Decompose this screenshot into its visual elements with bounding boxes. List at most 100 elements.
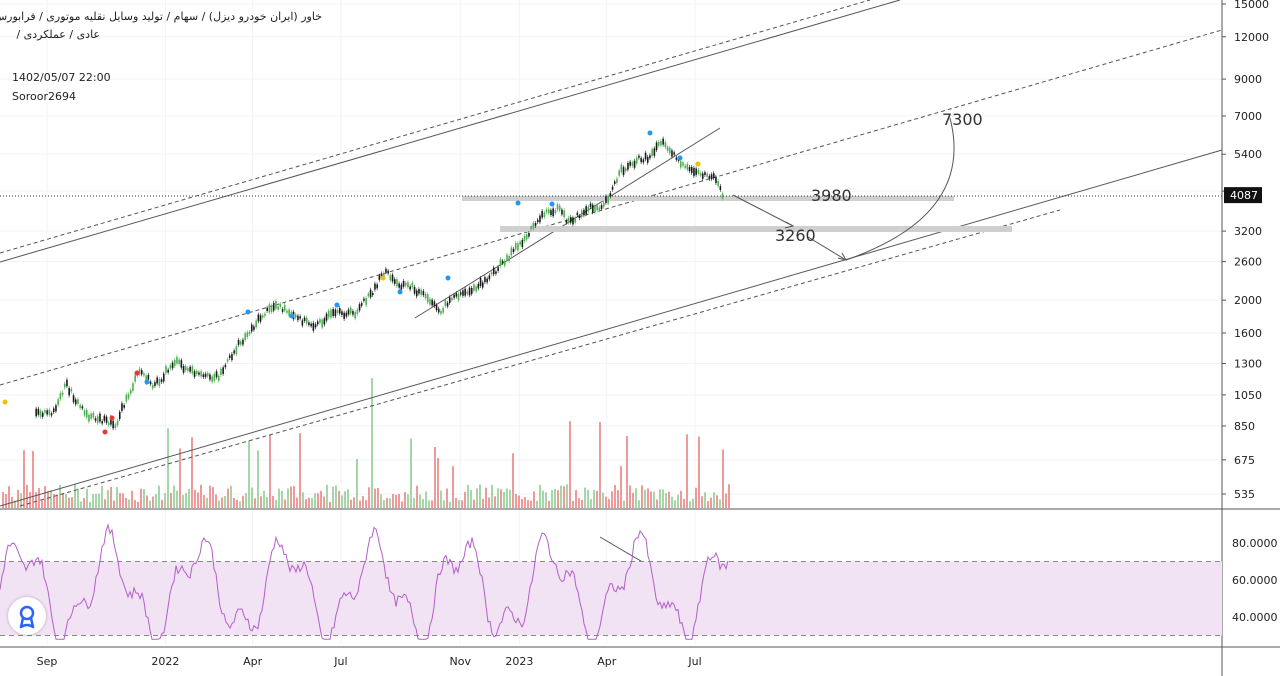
candle: [435, 305, 438, 311]
candle: [444, 299, 447, 306]
candle: [169, 365, 172, 369]
volume-bar: [581, 499, 583, 508]
candle: [484, 277, 486, 283]
volume-bar: [311, 498, 313, 508]
volume-bar: [317, 493, 319, 508]
volume-bar: [152, 496, 154, 508]
candle: [156, 377, 158, 384]
candle: [642, 159, 645, 163]
volume-bar: [617, 490, 619, 508]
volume-bar: [131, 490, 133, 508]
volume-bar: [194, 489, 196, 508]
candle: [303, 317, 306, 321]
volume-bar: [32, 451, 34, 508]
candle: [407, 282, 409, 288]
candle: [673, 152, 675, 155]
volume-bar: [614, 484, 616, 508]
candle: [640, 157, 642, 163]
trendline: [19, 209, 1061, 507]
time-axis[interactable]: Sep 2022 Apr Jul Nov 2023 Apr Jul: [37, 655, 702, 668]
candle: [305, 317, 308, 324]
candle: [545, 209, 548, 213]
tradingview-logo[interactable]: [8, 597, 46, 635]
volume-bar: [620, 466, 622, 508]
volume-bar: [416, 485, 418, 508]
volume-bar: [377, 487, 379, 508]
candle: [297, 315, 299, 321]
candle: [398, 283, 400, 288]
volume-bar: [716, 495, 718, 508]
volume-bar: [722, 449, 724, 508]
volume-bar: [305, 499, 307, 508]
candle: [204, 373, 207, 377]
candle: [233, 350, 235, 354]
candle: [191, 366, 194, 374]
price-chart[interactable]: 15000 12000 9000 7000 5400 3200 2600 2000 1600 13…: [0, 0, 1280, 676]
volume-bar: [275, 499, 277, 508]
volume-bar: [434, 447, 436, 508]
candle: [55, 405, 57, 412]
candle: [609, 192, 612, 197]
volume-bar: [272, 495, 274, 508]
candle: [187, 368, 189, 371]
candle: [655, 142, 658, 151]
candle: [523, 236, 526, 242]
candle: [473, 284, 475, 291]
candle: [704, 172, 706, 175]
candle: [671, 150, 673, 157]
volume-bar: [575, 490, 577, 508]
signal-dot: [380, 275, 386, 281]
candle: [675, 157, 678, 160]
candle: [519, 241, 521, 245]
candle: [437, 308, 440, 313]
candle: [699, 173, 702, 176]
volume-bar: [215, 494, 217, 508]
candle: [402, 280, 405, 287]
candle: [459, 292, 462, 295]
candle: [697, 169, 700, 174]
volume-bar: [182, 494, 184, 508]
candle: [631, 162, 634, 166]
signal-dot: [2, 399, 8, 405]
price-axis[interactable]: 15000 12000 9000 7000 5400 3200 2600 2000 1600 13…: [1222, 0, 1278, 624]
candle: [211, 376, 213, 382]
candle: [657, 141, 660, 146]
candle: [200, 371, 202, 377]
volume-bar: [101, 485, 103, 508]
volume-bar: [227, 488, 229, 508]
candle: [543, 212, 546, 217]
target-label: 3980: [811, 186, 852, 205]
rsi-tick-label: 80.0000: [1232, 537, 1278, 550]
volume-bar: [98, 493, 100, 508]
candle: [565, 220, 568, 223]
volume-bar: [503, 491, 505, 508]
time-tick-label: Jul: [333, 655, 347, 668]
volume-bar: [161, 499, 163, 508]
candle: [690, 166, 693, 173]
candle: [684, 165, 686, 168]
candle: [594, 204, 596, 213]
candle: [554, 210, 557, 213]
volume-bar: [344, 491, 346, 508]
candle: [721, 193, 724, 199]
candle: [451, 297, 453, 301]
candle: [143, 373, 145, 376]
volume-bar: [437, 458, 439, 508]
volume-bar: [242, 495, 244, 508]
volume-bar: [443, 500, 445, 508]
time-tick-label: Apr: [243, 655, 263, 668]
candle: [431, 299, 433, 306]
candle: [420, 289, 422, 295]
volume-bar: [671, 496, 673, 508]
volume-bar: [485, 487, 487, 508]
volume-bar: [464, 491, 466, 508]
volume-bar: [347, 489, 349, 508]
candle: [220, 368, 222, 376]
price-tick-label: 850: [1234, 420, 1255, 433]
candle: [123, 405, 125, 408]
candle: [517, 243, 519, 251]
volume-bar: [62, 493, 64, 508]
candle: [358, 304, 361, 311]
volume-bar: [116, 487, 118, 508]
candle: [250, 324, 253, 332]
